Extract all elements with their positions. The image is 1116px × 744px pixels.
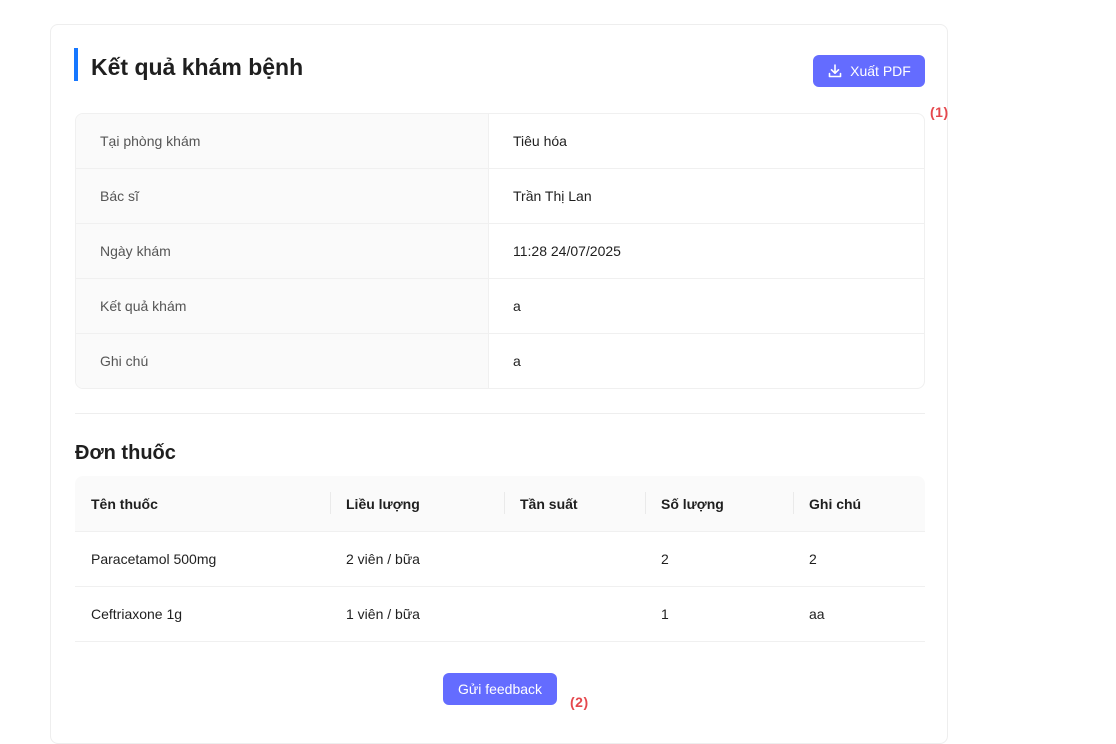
details-row-doctor: Bác sĩ Trần Thị Lan [76,169,924,224]
details-label: Bác sĩ [76,169,489,223]
prescription-table: Tên thuốc Liều lượng Tần suất Số lượng G… [75,476,925,642]
details-value: a [513,353,521,369]
column-header-drug-name: Tên thuốc [75,476,330,532]
details-value: 11:28 24/07/2025 [513,243,621,259]
details-row-note: Ghi chú a [76,334,924,388]
cell-drug-name: Ceftriaxone 1g [75,586,330,642]
details-label: Ghi chú [76,334,489,388]
details-value: Tiêu hóa [513,133,567,149]
column-header-frequency: Tần suất [504,476,645,532]
prescription-title: Đơn thuốc [75,442,176,464]
export-pdf-label: Xuất PDF [850,63,911,79]
annotation-marker-1: (1) [930,104,949,120]
table-row: Paracetamol 500mg 2 viên / bữa 2 2 [75,531,925,587]
details-value: a [513,298,521,314]
send-feedback-button[interactable]: Gửi feedback [443,673,557,705]
table-row: Ceftriaxone 1g 1 viên / bữa 1 aa [75,586,925,642]
cell-drug-name: Paracetamol 500mg [75,531,330,587]
cell-note: aa [793,586,925,642]
details-label: Tại phòng khám [76,114,489,168]
page-title: Kết quả khám bệnh [91,54,304,80]
column-header-note: Ghi chú [793,476,925,532]
details-label: Ngày khám [76,224,489,278]
cell-dosage: 1 viên / bữa [330,586,504,642]
export-pdf-button[interactable]: Xuất PDF [813,55,925,87]
details-label: Kết quả khám [76,279,489,333]
cell-quantity: 2 [645,531,793,587]
cell-frequency [504,586,645,642]
annotation-marker-2: (2) [570,694,589,710]
cell-quantity: 1 [645,586,793,642]
cell-dosage: 2 viên / bữa [330,531,504,587]
cell-note: 2 [793,531,925,587]
details-row-date: Ngày khám 11:28 24/07/2025 [76,224,924,279]
details-value: Trần Thị Lan [513,188,592,204]
download-icon [827,63,843,79]
column-header-quantity: Số lượng [645,476,793,532]
details-row-clinic: Tại phòng khám Tiêu hóa [76,114,924,169]
title-accent-bar [74,48,78,81]
exam-details-table: Tại phòng khám Tiêu hóa Bác sĩ Trần Thị … [75,113,925,389]
column-header-dosage: Liều lượng [330,476,504,532]
table-header-row: Tên thuốc Liều lượng Tần suất Số lượng G… [75,476,925,532]
cell-frequency [504,531,645,587]
section-divider [75,413,925,414]
details-row-result: Kết quả khám a [76,279,924,334]
